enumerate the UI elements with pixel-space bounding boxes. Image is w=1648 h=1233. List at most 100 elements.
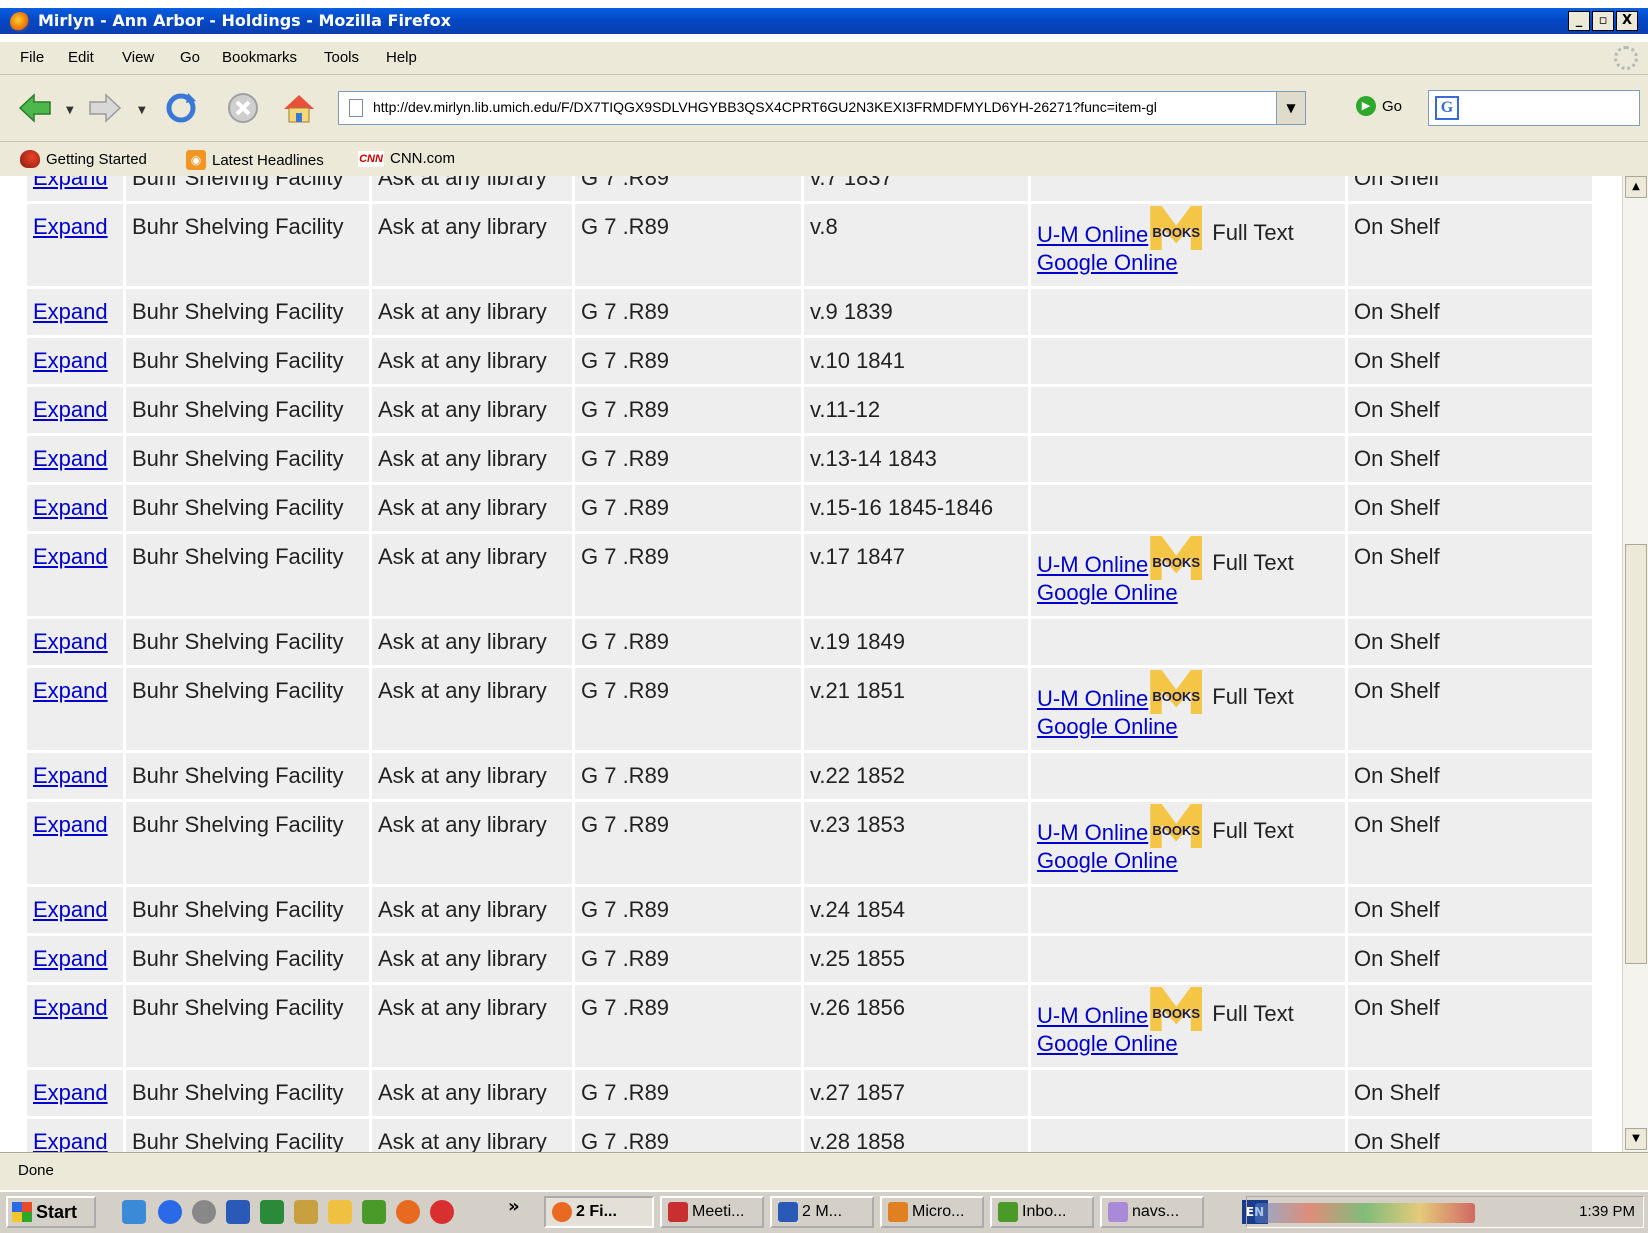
- expand-link[interactable]: Expand: [33, 995, 108, 1020]
- stop-button[interactable]: [224, 89, 262, 127]
- quicklaunch-folder-icon[interactable]: [328, 1200, 352, 1224]
- expand-link[interactable]: Expand: [33, 629, 108, 654]
- menu-help[interactable]: Help: [386, 49, 417, 66]
- quicklaunch-ie-icon[interactable]: [158, 1200, 182, 1224]
- expand-link[interactable]: Expand: [33, 812, 108, 837]
- quicklaunch-overflow[interactable]: »: [508, 1196, 520, 1217]
- home-button[interactable]: [280, 89, 318, 127]
- tray-icons[interactable]: [1255, 1203, 1475, 1223]
- title-bar: Mirlyn - Ann Arbor - Holdings - Mozilla …: [0, 0, 1648, 42]
- google-online-link[interactable]: Google Online: [1037, 580, 1178, 605]
- menu-tools[interactable]: Tools: [324, 49, 359, 66]
- status-cell: On Shelf: [1348, 753, 1592, 799]
- menu-view[interactable]: View: [122, 49, 154, 66]
- call-number-cell: G 7 .R89: [575, 936, 801, 982]
- search-input[interactable]: G: [1428, 90, 1640, 126]
- back-button[interactable]: [16, 89, 54, 127]
- close-button[interactable]: X: [1616, 11, 1638, 31]
- expand-link[interactable]: Expand: [33, 495, 108, 520]
- url-history-dropdown-icon[interactable]: ▼: [1276, 92, 1305, 124]
- forward-history-dropdown-icon[interactable]: ▼: [138, 105, 146, 116]
- expand-link[interactable]: Expand: [33, 299, 108, 324]
- status-cell: On Shelf: [1348, 485, 1592, 531]
- expand-link[interactable]: Expand: [33, 446, 108, 471]
- expand-link[interactable]: Expand: [33, 348, 108, 373]
- expand-link[interactable]: Expand: [33, 397, 108, 422]
- um-online-link[interactable]: U-M Online: [1037, 1003, 1148, 1029]
- call-number-text: G 7 .R89: [581, 397, 670, 422]
- call-number-text: G 7 .R89: [581, 176, 670, 190]
- quicklaunch-firefox-icon[interactable]: [396, 1200, 420, 1224]
- table-row: Expand Buhr Shelving Facility Ask at any l…: [27, 619, 1592, 665]
- scroll-up-icon[interactable]: ▲: [1625, 176, 1647, 198]
- quicklaunch-desktop-icon[interactable]: [122, 1200, 146, 1224]
- expand-cell: Expand: [27, 887, 123, 933]
- description-cell: v.10 1841: [804, 338, 1028, 384]
- call-number-cell: G 7 .R89: [575, 668, 801, 750]
- expand-cell: Expand: [27, 387, 123, 433]
- task-microsoft[interactable]: Micro...: [880, 1196, 984, 1228]
- back-arrow-icon: [18, 93, 51, 123]
- expand-link[interactable]: Expand: [33, 176, 108, 190]
- status-cell: On Shelf: [1348, 802, 1592, 884]
- table-row: Expand Buhr Shelving Facility Ask at any l…: [27, 1070, 1592, 1116]
- start-button[interactable]: Start: [6, 1196, 96, 1228]
- task-word[interactable]: 2 M...: [770, 1196, 874, 1228]
- um-online-link[interactable]: U-M Online: [1037, 820, 1148, 846]
- bookmark-latest-headlines[interactable]: ◉ Latest Headlines: [186, 150, 324, 170]
- expand-link[interactable]: Expand: [33, 897, 108, 922]
- menu-go[interactable]: Go: [180, 49, 200, 66]
- quicklaunch-close-icon[interactable]: [430, 1200, 454, 1224]
- google-online-link[interactable]: Google Online: [1037, 1031, 1178, 1056]
- quicklaunch-media-icon[interactable]: [192, 1200, 216, 1224]
- menu-file[interactable]: File: [20, 49, 44, 66]
- menu-bar: File Edit View Go Bookmarks Tools Help: [0, 42, 1648, 75]
- menu-bookmarks[interactable]: Bookmarks: [222, 49, 297, 66]
- google-search-icon[interactable]: G: [1435, 96, 1459, 120]
- quicklaunch-outlook-icon[interactable]: [362, 1200, 386, 1224]
- google-online-link[interactable]: Google Online: [1037, 848, 1178, 873]
- bookmark-cnn[interactable]: CNN CNN.com: [358, 150, 455, 167]
- um-online-link[interactable]: U-M Online: [1037, 686, 1148, 712]
- cnn-icon: CNN: [358, 150, 384, 167]
- task-meeting[interactable]: Meeti...: [660, 1196, 764, 1228]
- google-online-link[interactable]: Google Online: [1037, 714, 1178, 739]
- task-label: navs...: [1132, 1203, 1180, 1220]
- status-cell: On Shelf: [1348, 619, 1592, 665]
- task-inbox[interactable]: Inbo...: [990, 1196, 1094, 1228]
- quicklaunch-word-icon[interactable]: [226, 1200, 250, 1224]
- expand-link[interactable]: Expand: [33, 544, 108, 569]
- bookmark-getting-started[interactable]: Getting Started: [20, 150, 147, 168]
- description-cell: v.19 1849: [804, 619, 1028, 665]
- back-history-dropdown-icon[interactable]: ▼: [66, 105, 74, 116]
- location-cell: Ask at any library: [372, 1119, 572, 1152]
- url-text[interactable]: http://dev.mirlyn.lib.umich.edu/F/DX7TIQ…: [373, 99, 1273, 115]
- task-firefox[interactable]: 2 Fi...: [544, 1196, 654, 1228]
- expand-link[interactable]: Expand: [33, 214, 108, 239]
- expand-link[interactable]: Expand: [33, 1080, 108, 1105]
- expand-link[interactable]: Expand: [33, 946, 108, 971]
- um-online-link[interactable]: U-M Online: [1037, 552, 1148, 578]
- quicklaunch-excel-icon[interactable]: [260, 1200, 284, 1224]
- scroll-down-icon[interactable]: ▼: [1625, 1128, 1647, 1150]
- task-navs[interactable]: navs...: [1100, 1196, 1204, 1228]
- call-number-text: G 7 .R89: [581, 299, 670, 324]
- expand-link[interactable]: Expand: [33, 678, 108, 703]
- quicklaunch-network-icon[interactable]: [294, 1200, 318, 1224]
- expand-link[interactable]: Expand: [33, 1129, 108, 1152]
- go-button[interactable]: ▶ Go: [1356, 96, 1402, 116]
- menu-edit[interactable]: Edit: [68, 49, 94, 66]
- um-online-link[interactable]: U-M Online: [1037, 222, 1148, 248]
- google-online-link[interactable]: Google Online: [1037, 250, 1178, 275]
- vertical-scrollbar[interactable]: ▲ ▼: [1622, 176, 1648, 1152]
- restore-button[interactable]: ▫: [1592, 11, 1614, 31]
- collection-cell: Buhr Shelving Facility: [126, 1119, 369, 1152]
- expand-link[interactable]: Expand: [33, 763, 108, 788]
- address-bar[interactable]: http://dev.mirlyn.lib.umich.edu/F/DX7TIQ…: [338, 91, 1306, 125]
- minimize-button[interactable]: _: [1568, 11, 1590, 31]
- scrollbar-thumb[interactable]: [1625, 544, 1647, 964]
- collection-text: Buhr Shelving Facility: [132, 544, 344, 569]
- table-row: Expand Buhr Shelving Facility Ask at any l…: [27, 485, 1592, 531]
- reload-button[interactable]: [162, 89, 200, 127]
- forward-button[interactable]: [86, 89, 124, 127]
